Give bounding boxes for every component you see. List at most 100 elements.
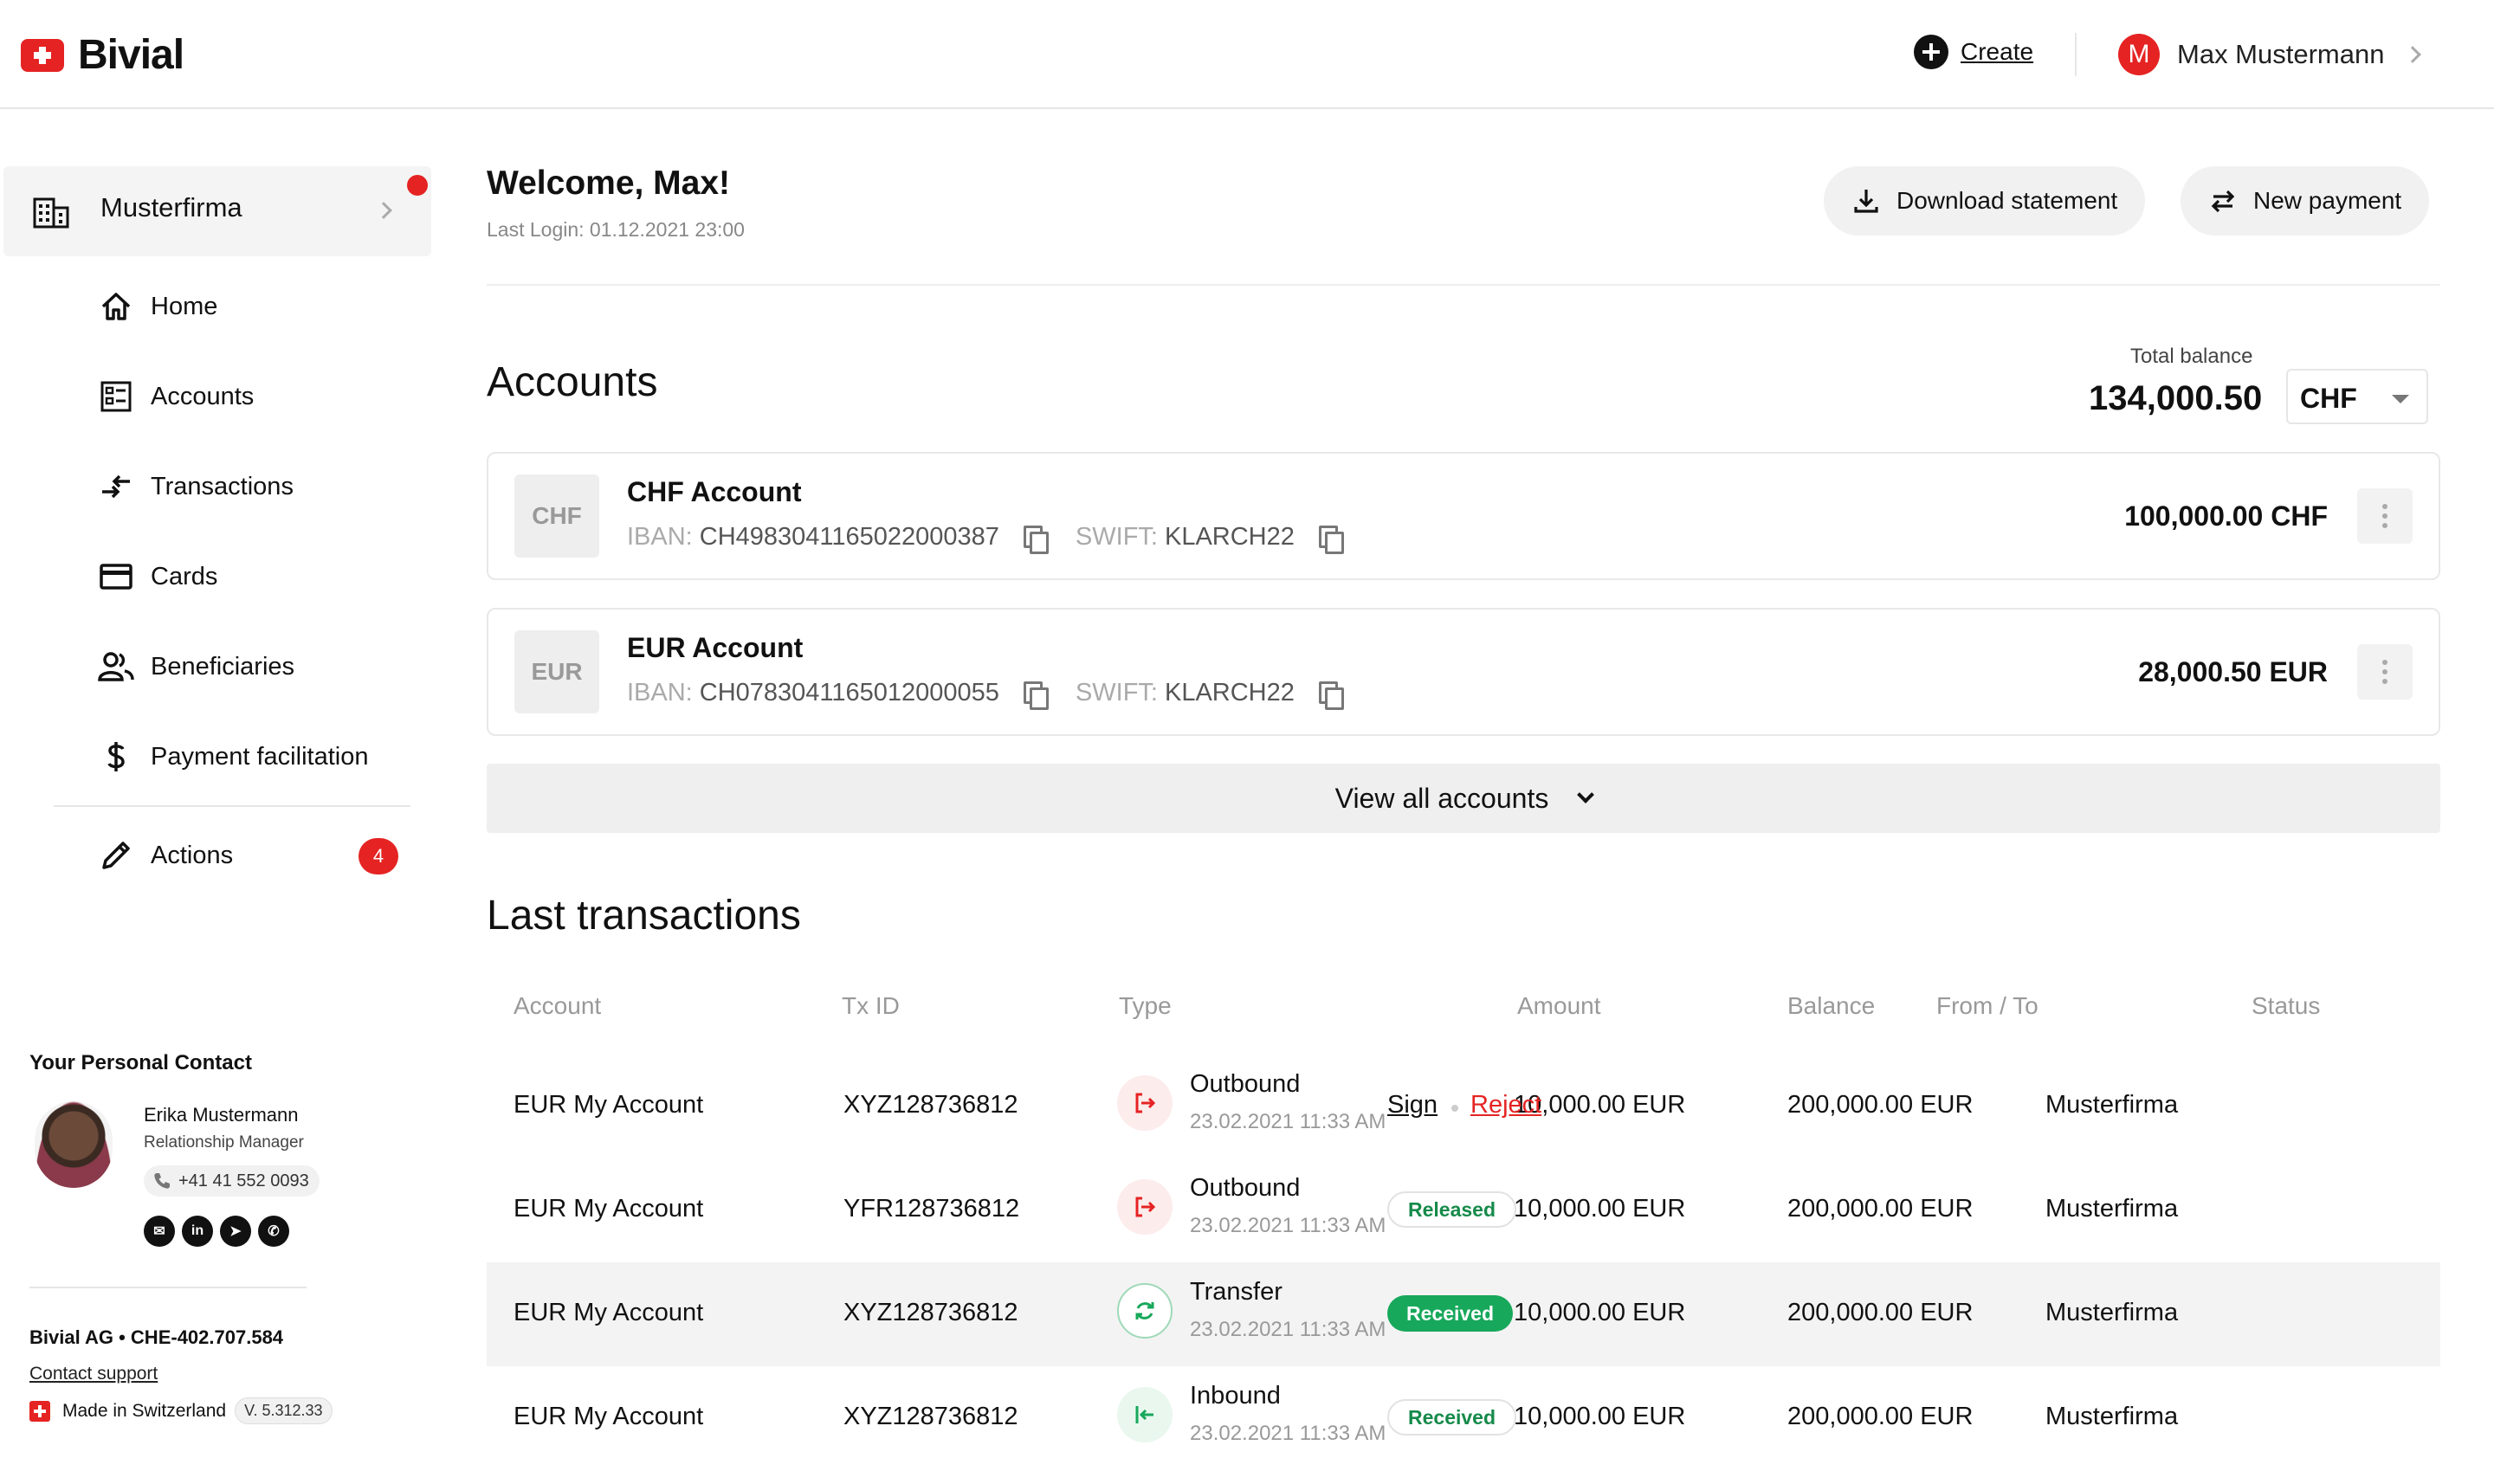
column-header-status: Status — [2252, 992, 2321, 1019]
sidebar-item-home[interactable]: Home — [97, 281, 217, 332]
email-icon[interactable]: ✉ — [144, 1216, 175, 1247]
accounts-title: Accounts — [487, 359, 658, 405]
sidebar-item-transactions[interactable]: Transactions — [97, 461, 294, 513]
account-card[interactable]: CHF CHF Account IBAN: CH4983041165022000… — [487, 452, 2440, 580]
copy-icon[interactable] — [1318, 681, 1344, 710]
user-menu[interactable]: M Max Mustermann — [2118, 34, 2422, 75]
whatsapp-icon[interactable]: ✆ — [258, 1216, 289, 1247]
tx-amount: 10,000.00 EUR — [1514, 1299, 1686, 1326]
page-title: Welcome, Max! — [487, 165, 731, 202]
tx-from-to: Musterfirma — [2045, 1091, 2179, 1119]
download-statement-button[interactable]: Download statement — [1824, 166, 2146, 236]
tx-id: YFR128736812 — [843, 1195, 1020, 1223]
swiss-flag-icon — [29, 1400, 50, 1422]
currency-select[interactable]: CHF — [2286, 369, 2428, 424]
tx-from-to: Musterfirma — [2045, 1403, 2179, 1430]
tx-balance: 200,000.00 EUR — [1787, 1403, 1974, 1430]
copy-icon[interactable] — [1023, 681, 1049, 710]
transactions-icon — [97, 468, 135, 506]
table-row[interactable]: EUR My Account XYZ128736812 Inbound 23.0… — [487, 1366, 2440, 1470]
account-name: CHF Account — [627, 476, 802, 507]
download-icon — [1854, 190, 1878, 213]
linkedin-icon[interactable]: in — [182, 1216, 213, 1247]
tx-account: EUR My Account — [514, 1403, 704, 1430]
separator-dot — [1451, 1105, 1458, 1112]
tx-type: Transfer — [1190, 1278, 1283, 1306]
account-meta: IBAN: CH0783041165012000055 SWIFT: KLARC… — [627, 679, 1344, 710]
column-header-from-to: From / To — [1936, 992, 2038, 1019]
org-name: Musterfirma — [100, 192, 242, 223]
tx-account: EUR My Account — [514, 1299, 704, 1326]
contact-phone[interactable]: +41 41 552 0093 — [144, 1165, 320, 1197]
tx-from-to: Musterfirma — [2045, 1195, 2179, 1223]
new-payment-button[interactable]: New payment — [2181, 166, 2430, 236]
last-login: Last Login: 01.12.2021 23:00 — [487, 218, 745, 241]
telegram-icon[interactable]: ➤ — [220, 1216, 251, 1247]
dollar-icon — [97, 738, 135, 776]
account-card[interactable]: EUR EUR Account IBAN: CH0783041165012000… — [487, 608, 2440, 736]
more-options-icon[interactable] — [2357, 488, 2413, 544]
brand-logo[interactable]: Bivial — [21, 31, 184, 79]
copy-icon[interactable] — [1318, 525, 1344, 554]
table-row[interactable]: EUR My Account XYZ128736812 Transfer 23.… — [487, 1262, 2440, 1366]
tx-account: EUR My Account — [514, 1091, 704, 1119]
notification-dot — [407, 175, 428, 196]
reject-link[interactable]: Reject — [1470, 1091, 1541, 1119]
company-info: Bivial AG • CHE-402.707.584 — [29, 1326, 284, 1348]
total-balance-label: Total balance — [2130, 345, 2253, 368]
tx-amount: 10,000.00 EUR — [1514, 1195, 1686, 1223]
outbound-icon — [1117, 1075, 1173, 1131]
swap-arrows-icon — [2211, 190, 2235, 213]
tx-type: Outbound — [1190, 1174, 1301, 1202]
tx-type: Outbound — [1190, 1070, 1301, 1098]
phone-icon — [154, 1173, 170, 1189]
transactions-title: Last transactions — [487, 893, 801, 939]
tx-account: EUR My Account — [514, 1195, 704, 1223]
total-balance-value: 134,000.50 — [2089, 379, 2263, 417]
tx-balance: 200,000.00 EUR — [1787, 1195, 1974, 1223]
accounts-icon — [97, 377, 135, 416]
chevron-down-icon — [1577, 786, 1595, 803]
tx-date: 23.02.2021 11:33 AM — [1190, 1422, 1386, 1445]
inbound-icon — [1117, 1387, 1173, 1442]
sidebar-item-accounts[interactable]: Accounts — [97, 371, 254, 423]
sidebar-item-label: Cards — [151, 562, 218, 590]
sidebar-item-label: Payment facilitation — [151, 742, 369, 771]
sidebar-item-actions[interactable]: Actions — [97, 829, 233, 881]
iban-value: CH0783041165012000055 — [699, 679, 999, 707]
nav-divider — [54, 805, 410, 807]
column-header-balance: Balance — [1787, 992, 1876, 1019]
iban-label: IBAN: — [627, 679, 693, 707]
sidebar-item-label: Transactions — [151, 472, 294, 500]
sidebar-item-payment-facilitation[interactable]: Payment facilitation — [97, 731, 368, 783]
swift-label: SWIFT: — [1075, 523, 1158, 551]
more-options-icon[interactable] — [2357, 644, 2413, 700]
chevron-right-icon — [2404, 46, 2422, 63]
personal-contact-title: Your Personal Contact — [29, 1051, 252, 1074]
view-all-accounts-button[interactable]: View all accounts — [487, 764, 2440, 833]
sidebar-item-cards[interactable]: Cards — [97, 551, 217, 603]
copy-icon[interactable] — [1023, 525, 1049, 554]
currency-value: CHF — [2300, 383, 2357, 414]
contact-support-link[interactable]: Contact support — [29, 1364, 158, 1384]
create-button[interactable]: Create — [1914, 35, 2033, 69]
tx-id: XYZ128736812 — [843, 1091, 1018, 1119]
column-header-txid: Tx ID — [842, 992, 900, 1019]
status-badge: Received — [1387, 1399, 1517, 1436]
column-header-amount: Amount — [1517, 992, 1601, 1019]
top-bar: Bivial Create M Max Mustermann — [0, 0, 2494, 109]
table-row[interactable]: EUR My Account XYZ128736812 Outbound 23.… — [487, 1055, 2440, 1158]
building-icon — [33, 197, 69, 229]
sidebar-item-beneficiaries[interactable]: Beneficiaries — [97, 641, 294, 693]
made-in-switzerland: Made in Switzerland V. 5.312.33 — [29, 1397, 333, 1424]
create-label: Create — [1961, 38, 2034, 65]
made-in-label: Made in Switzerland — [62, 1400, 227, 1421]
contact-socials: ✉ in ➤ ✆ — [144, 1216, 289, 1247]
tx-type: Inbound — [1190, 1382, 1281, 1410]
org-switcher[interactable]: Musterfirma — [3, 166, 431, 256]
section-divider — [487, 284, 2440, 286]
contact-divider — [29, 1287, 307, 1288]
column-header-account: Account — [514, 992, 602, 1019]
table-row[interactable]: EUR My Account YFR128736812 Outbound 23.… — [487, 1158, 2440, 1262]
sign-link[interactable]: Sign — [1387, 1091, 1438, 1119]
